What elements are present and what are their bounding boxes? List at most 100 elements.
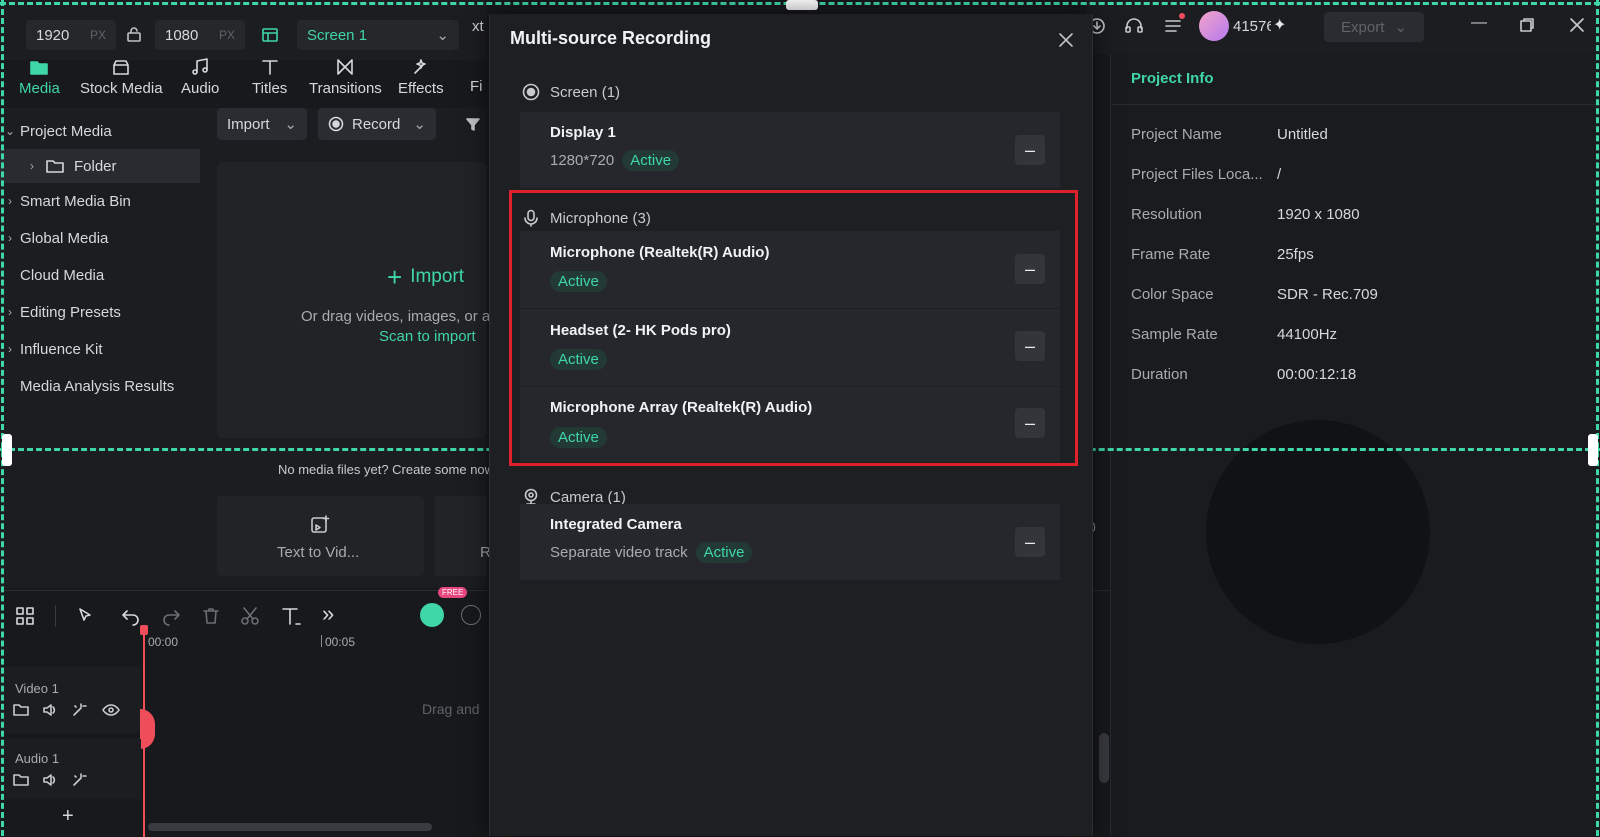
more-tools-icon[interactable]: » [322, 601, 334, 627]
sidebar-item-influence-kit[interactable]: › Influence Kit [0, 332, 200, 366]
width-input[interactable]: 1920 PX [26, 20, 116, 50]
restore-window-icon[interactable] [1519, 17, 1535, 33]
tab-effects[interactable]: Effects [398, 56, 444, 97]
import-drop-zone[interactable]: + Import Or drag videos, images, or a Sc… [217, 162, 490, 438]
camera-preview-circle[interactable] [1206, 420, 1430, 644]
height-unit: PX [218, 28, 235, 42]
grid-layout-icon[interactable] [15, 606, 35, 626]
tab-stock-media[interactable]: Stock Media [80, 56, 163, 97]
avatar[interactable] [1199, 11, 1229, 41]
sidebar-item-label: Global Media [20, 229, 109, 247]
headset-support-icon[interactable] [1124, 16, 1144, 36]
sidebar-item-global-media[interactable]: › Global Media [0, 221, 200, 255]
top-settings-bar: 1920 PX 1080 PX Screen 1 ⌄ xt [0, 0, 487, 60]
vertical-scrollbar[interactable] [1099, 733, 1109, 783]
record-icon [328, 116, 344, 132]
export-label: Export [1341, 18, 1385, 36]
info-key: Project Files Loca... [1131, 166, 1263, 183]
audio-track-header: Audio 1 [0, 739, 141, 799]
tab-audio-label: Audio [181, 80, 220, 97]
tab-media[interactable]: Media [19, 56, 60, 97]
filter-icon[interactable] [465, 116, 481, 132]
undo-icon[interactable] [121, 606, 141, 626]
info-value: 00:00:12:18 [1277, 366, 1357, 383]
auto-sync-icon[interactable] [461, 605, 481, 625]
sparkle-icon: ✦ [1273, 17, 1287, 34]
info-value: / [1277, 166, 1282, 183]
minimize-icon[interactable]: — [1471, 14, 1487, 32]
no-media-text: No media files yet? Create some now [278, 462, 495, 477]
magic-wand-icon[interactable] [71, 772, 87, 788]
redo-icon[interactable] [161, 606, 181, 626]
close-icon[interactable] [1056, 30, 1076, 50]
sidebar-item-label: Cloud Media [20, 266, 105, 284]
import-link[interactable]: + Import [387, 264, 464, 290]
add-track-button[interactable]: + [62, 805, 74, 828]
close-window-icon[interactable] [1569, 17, 1585, 33]
layout-icon[interactable] [261, 26, 279, 44]
export-button[interactable]: Export ⌄ [1324, 12, 1424, 42]
scissors-icon[interactable] [240, 606, 260, 626]
height-value: 1080 [165, 26, 199, 44]
tab-filters[interactable]: Fi [470, 78, 483, 95]
remove-device-button[interactable]: – [1015, 527, 1045, 557]
playhead-handle[interactable] [140, 625, 148, 635]
horizontal-scrollbar[interactable] [148, 823, 432, 831]
sidebar-item-editing-presets[interactable]: › Editing Presets [0, 295, 200, 329]
select-pointer-icon[interactable] [76, 606, 96, 626]
speaker-icon[interactable] [42, 772, 58, 788]
menu-icon[interactable] [1163, 16, 1183, 36]
media-sidebar: ⌄ Project Media › Folder › Smart Media B… [0, 108, 201, 588]
screen-record-icon [522, 83, 540, 101]
height-input[interactable]: 1080 PX [155, 20, 245, 50]
scan-to-import-link[interactable]: Scan to import [379, 328, 476, 345]
record-card[interactable]: R [435, 496, 491, 576]
delete-icon[interactable] [201, 606, 221, 626]
info-value: 25fps [1277, 246, 1314, 263]
device-name: Integrated Camera [550, 516, 682, 533]
selection-border-right [1596, 0, 1599, 836]
folder-icon[interactable] [13, 772, 29, 788]
sidebar-item-label: Folder [74, 157, 117, 175]
speaker-icon[interactable] [42, 702, 58, 718]
info-row-project-name: Project Name Untitled [1131, 126, 1328, 146]
ruler-tick [321, 635, 322, 647]
tab-audio[interactable]: Audio [181, 56, 219, 97]
record-dropdown-button[interactable]: Record ⌄ [318, 108, 436, 140]
link-ratio-icon[interactable] [126, 27, 142, 43]
sidebar-item-folder[interactable]: › Folder [0, 149, 200, 183]
audio-track-label: Audio 1 [15, 751, 60, 766]
chevron-down-icon: ⌄ [436, 27, 449, 44]
top-right-bar: 41576 ✦ Export ⌄ — [1087, 0, 1600, 54]
sidebar-item-smart-media-bin[interactable]: › Smart Media Bin [0, 184, 200, 218]
resize-handle-left[interactable] [2, 434, 12, 466]
text-to-video-icon [309, 514, 331, 536]
media-icon [27, 56, 51, 78]
info-row-color-space: Color Space SDR - Rec.709 [1131, 286, 1378, 306]
tab-transitions-label: Transitions [309, 80, 382, 97]
tab-effects-label: Effects [398, 80, 444, 97]
tab-transitions[interactable]: Transitions [309, 56, 382, 97]
sidebar-item-label: Project Media [20, 122, 112, 140]
status-badge: Active [622, 150, 680, 171]
tab-titles[interactable]: Titles [252, 56, 287, 97]
eye-icon[interactable] [102, 702, 120, 718]
folder-icon[interactable] [13, 702, 29, 718]
resize-handle-top[interactable] [786, 0, 818, 10]
sidebar-item-media-analysis[interactable]: Media Analysis Results [0, 369, 200, 403]
video-track-header: Video 1 [0, 667, 141, 733]
import-dropdown-button[interactable]: Import ⌄ [217, 108, 307, 140]
sidebar-item-project-media[interactable]: ⌄ Project Media [0, 114, 200, 148]
credits-count: 41576 [1233, 18, 1271, 35]
width-unit: PX [89, 28, 106, 42]
magic-wand-icon[interactable] [71, 702, 87, 718]
remove-device-button[interactable]: – [1015, 135, 1045, 165]
screen-select[interactable]: Screen 1 ⌄ [297, 20, 459, 50]
sidebar-item-cloud-media[interactable]: Cloud Media [0, 258, 200, 292]
ai-copilot-icon[interactable] [420, 603, 444, 627]
media-toolbar: Media Stock Media Audio Titles Transitio… [0, 54, 487, 100]
resize-handle-right[interactable] [1588, 434, 1598, 466]
text-to-video-card[interactable]: Text to Vid... [217, 496, 424, 576]
text-tool-icon[interactable] [280, 606, 302, 626]
track-clip-marker[interactable] [140, 709, 155, 749]
